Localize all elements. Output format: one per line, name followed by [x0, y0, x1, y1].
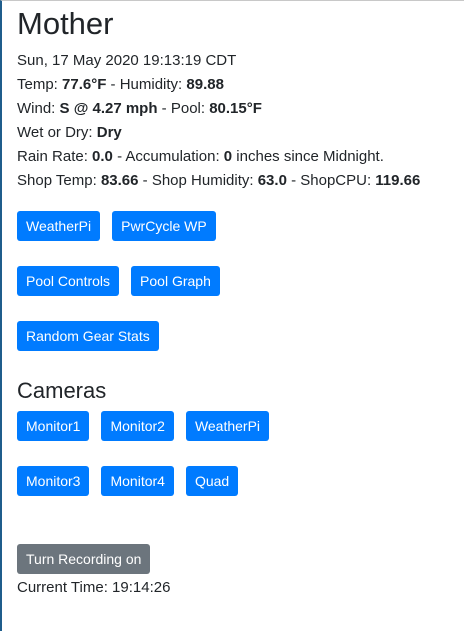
page-title: Mother — [17, 6, 114, 41]
shop-cpu-label: - ShopCPU: — [286, 172, 376, 189]
current-time-line: Current Time: 19:14:26 — [17, 576, 457, 600]
camera-weatherpi-button[interactable]: WeatherPi — [185, 411, 270, 441]
cameras-row-1: Monitor1 Monitor2 WeatherPi — [17, 411, 457, 441]
humidity-label: - Humidity: — [106, 76, 187, 93]
monitor3-button[interactable]: Monitor3 — [17, 466, 90, 496]
datetime-text: Sun, 17 May 2020 19:13:19 CDT — [17, 52, 237, 69]
wind-pool-line: Wind: S @ 4.27 mph - Pool: 80.15°F — [17, 97, 457, 121]
gear-stats-row: Random Gear Stats — [17, 321, 457, 351]
accumulation-value: 0 — [223, 148, 233, 165]
wet-dry-label: Wet or Dry: — [17, 124, 97, 141]
rain-line: Rain Rate: 0.0 - Accumulation: 0 inches … — [17, 145, 457, 169]
current-time-value: 19:14:26 — [112, 579, 171, 596]
wet-dry-line: Wet or Dry: Dry — [17, 121, 457, 145]
accumulation-label: - Accumulation: — [112, 148, 224, 165]
pool-controls-button[interactable]: Pool Controls — [17, 266, 120, 296]
monitor2-button[interactable]: Monitor2 — [101, 411, 174, 441]
pool-value: 80.15°F — [209, 100, 262, 117]
rain-rate-label: Rain Rate: — [17, 148, 93, 165]
accumulation-suffix: inches since Midnight. — [232, 148, 384, 165]
pool-controls-row: Pool Controls Pool Graph — [17, 266, 457, 296]
rain-rate-value: 0.0 — [92, 148, 113, 165]
shop-temp-value: 83.66 — [100, 172, 139, 189]
weatherpi-button[interactable]: WeatherPi — [17, 211, 101, 241]
main-content: Mother Sun, 17 May 2020 19:13:19 CDT Tem… — [17, 8, 457, 600]
temp-value: 77.6°F — [62, 76, 107, 93]
humidity-value: 89.88 — [186, 76, 224, 93]
monitor4-button[interactable]: Monitor4 — [101, 466, 174, 496]
quad-button[interactable]: Quad — [185, 466, 239, 496]
pool-graph-button[interactable]: Pool Graph — [131, 266, 220, 296]
turn-recording-on-button[interactable]: Turn Recording on — [17, 544, 151, 574]
shop-humidity-value: 63.0 — [257, 172, 287, 189]
shop-line: Shop Temp: 83.66 - Shop Humidity: 63.0 -… — [17, 169, 457, 193]
temp-label: Temp: — [17, 76, 63, 93]
pool-label: - Pool: — [157, 100, 210, 117]
current-time-label: Current Time: — [17, 579, 113, 596]
recording-row: Turn Recording on — [17, 544, 457, 574]
cameras-heading: Cameras — [17, 378, 107, 403]
shop-temp-label: Shop Temp: — [17, 172, 101, 189]
cameras-row-2: Monitor3 Monitor4 Quad — [17, 466, 457, 496]
wind-value: S @ 4.27 mph — [59, 100, 158, 117]
shop-humidity-label: - Shop Humidity: — [138, 172, 258, 189]
monitor1-button[interactable]: Monitor1 — [17, 411, 90, 441]
shop-cpu-value: 119.66 — [375, 172, 421, 189]
temp-humidity-line: Temp: 77.6°F - Humidity: 89.88 — [17, 73, 457, 97]
weatherpi-controls-row: WeatherPi PwrCycle WP — [17, 211, 457, 241]
random-gear-stats-button[interactable]: Random Gear Stats — [17, 321, 159, 351]
wet-dry-value: Dry — [96, 124, 122, 141]
wind-label: Wind: — [17, 100, 60, 117]
pwrcycle-wp-button[interactable]: PwrCycle WP — [112, 211, 216, 241]
